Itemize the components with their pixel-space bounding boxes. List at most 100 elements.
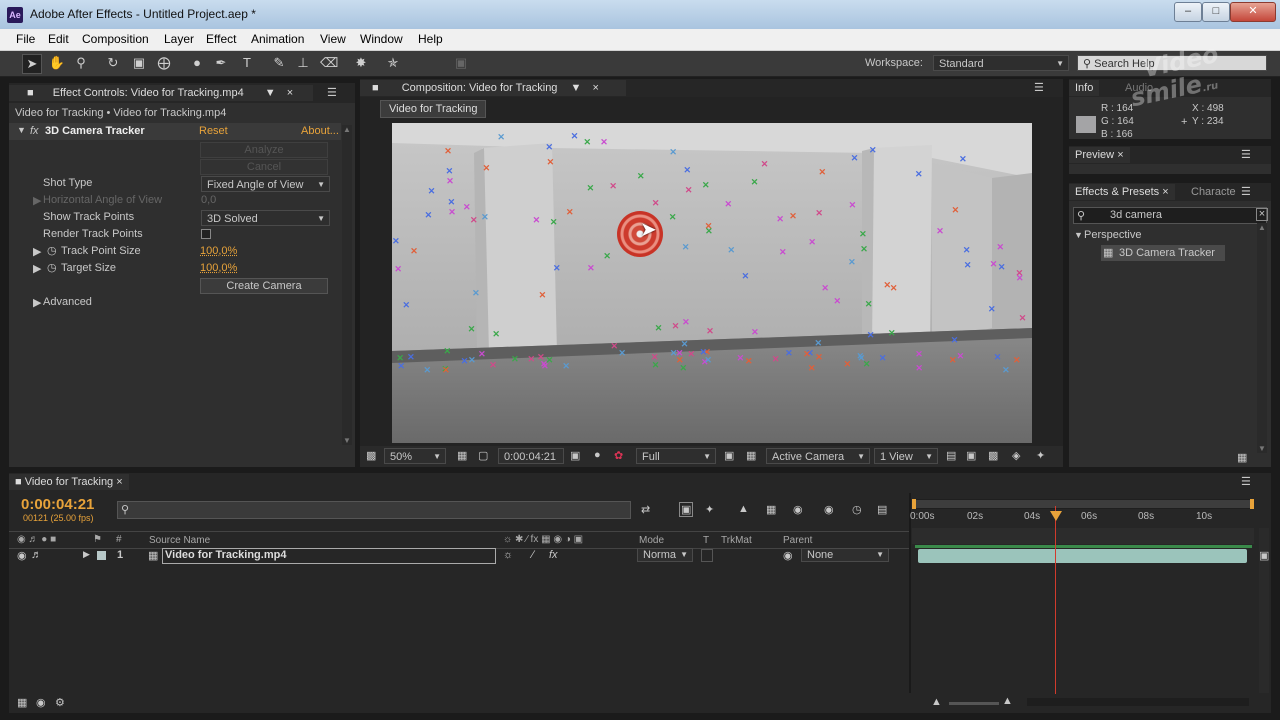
roto-brush-tool-icon[interactable]: ✸ [352,54,370,72]
category-perspective[interactable]: Perspective [1084,229,1141,241]
panel-menu-icon[interactable]: ☰ [1241,475,1251,488]
camera-view-dropdown[interactable]: Active Camera ▼ [766,448,870,464]
shy-switch-icon[interactable]: ☼ [503,549,513,561]
menu-layer[interactable]: Layer [164,32,194,46]
layer-name[interactable]: Video for Tracking.mp4 [162,548,496,564]
tab-effect-controls[interactable]: ■ Effect Controls: Video for Tracking.mp… [9,85,313,101]
menu-help[interactable]: Help [418,32,443,46]
stopwatch-icon[interactable]: ◷ [47,244,57,257]
analyze-button[interactable]: Analyze [200,142,328,158]
advanced-label[interactable]: Advanced [43,296,92,308]
magnification-dropdown[interactable]: 50% ▼ [384,448,446,464]
fast-previews-icon[interactable]: ▣ [966,449,976,462]
close-tab-icon[interactable]: × [1117,149,1123,161]
clear-search-icon[interactable]: × [1256,208,1268,221]
col-source-name[interactable]: Source Name [149,535,210,546]
composition-viewer[interactable]: ✕ ✕ ✕ ✕ ✕ ✕ ✕ ✕ ✕ ✕ ✕ ✕ ✕ ✕ ✕ ✕ ✕ ✕ ✕ ✕ ✕ ✕ ✕ ✕ ✕ ✕ ✕ ✕ ✕ ✕ ✕ ✕ ✕ ✕ ✕ ✕ ✕ ✕ ✕ ✕… [392,123,1032,443]
fx-switch-icon[interactable]: fx [549,549,558,561]
motion-blur-icon[interactable]: ◉ [793,503,803,516]
live-update-icon[interactable]: ▣ [679,502,694,517]
menu-window[interactable]: Window [360,32,403,46]
always-preview-icon[interactable]: ▩ [366,449,376,462]
selection-tool-icon[interactable]: ➤ [22,54,42,74]
fit-region-icon[interactable]: ▦ [457,449,467,462]
preserve-transparency-checkbox[interactable] [701,549,713,562]
tab-character[interactable]: Characte [1185,184,1242,200]
view-layout-dropdown[interactable]: 1 View ▼ [874,448,938,464]
work-area-end-handle[interactable] [1250,499,1254,509]
table-row[interactable]: ◉ ♬ ▶ 1 ▦ Video for Tracking.mp4 ☼ ∕ fx … [9,548,909,564]
cancel-button[interactable]: Cancel [200,159,328,175]
toggle-transparency-grid-icon[interactable]: ▢ [478,449,488,462]
render-track-points-checkbox[interactable] [201,229,211,239]
playhead-handle-icon[interactable] [1050,511,1062,521]
panel-menu-icon[interactable]: ☰ [327,86,337,99]
fx-icon[interactable]: fx [30,125,39,137]
toggle-modes-icon[interactable]: ◉ [36,696,46,709]
stopwatch-icon[interactable]: ◷ [47,261,57,274]
audio-icon[interactable]: ♬ [31,549,42,561]
tab-info[interactable]: Info [1069,80,1100,96]
show-snapshot-icon[interactable]: ● [594,449,601,461]
zoom-slider[interactable] [949,702,999,705]
puppet-pin-tool-icon[interactable]: ✯ [384,54,402,72]
panel-menu-icon[interactable]: ☰ [1241,148,1251,161]
effects-scrollbar[interactable]: ▲ ▼ [1257,223,1267,453]
pickwhip-icon[interactable]: ◉ [783,549,793,562]
menu-animation[interactable]: Animation [251,32,304,46]
comp-mini-flowchart-icon[interactable]: ⇄ [641,503,650,516]
effect-controls-scrollbar[interactable]: ▲ ▼ [342,125,352,445]
ellipse-tool-icon[interactable]: ● [188,54,206,72]
frame-blending-icon[interactable]: ▦ [766,503,776,516]
snapshot-camera-icon[interactable]: ▣ [570,449,580,462]
close-tab-icon[interactable]: × [116,476,122,488]
track-point-size-value[interactable]: 100,0% [200,245,237,257]
current-time-indicator[interactable] [1055,506,1056,694]
pen-tool-icon[interactable]: ✒ [212,54,230,72]
show-track-points-dropdown[interactable]: 3D Solved ▼ [201,210,330,226]
timeline-search-field[interactable]: ⚲ [117,501,631,519]
collapse-triangle-icon[interactable]: ▼ [17,125,26,135]
minimize-button[interactable]: – [1174,2,1202,22]
transparency-grid-icon[interactable]: ▦ [746,449,756,462]
show-channel-icon[interactable]: ✿ [614,449,623,462]
about-link[interactable]: About... [301,125,339,137]
menu-view[interactable]: View [320,32,346,46]
brush-tool-icon[interactable]: ✎ [270,54,288,72]
draft-3d-icon[interactable]: ✦ [705,503,714,516]
close-tab-icon[interactable]: × [287,87,293,99]
menu-effect[interactable]: Effect [206,32,236,46]
brainstorm-icon[interactable]: ◉ [824,503,834,516]
layer-duration-bar[interactable] [918,549,1247,563]
close-tab-icon[interactable]: × [592,82,598,94]
comp-sub-tab[interactable]: Video for Tracking [380,100,487,118]
expand-triangle-icon[interactable]: ▶ [83,549,90,560]
collapse-triangle-icon[interactable]: ▼ [1074,230,1083,240]
menu-composition[interactable]: Composition [82,32,149,46]
resolution-dropdown[interactable]: Full ▼ [636,448,716,464]
toggle-layer-switches-icon[interactable]: ▦ [17,696,27,709]
effect-item-3d-camera-tracker[interactable]: ▦ 3D Camera Tracker [1101,245,1225,261]
shot-type-dropdown[interactable]: Fixed Angle of View ▼ [201,176,330,192]
panel-menu-icon[interactable]: ☰ [1241,185,1251,198]
expand-triangle-icon[interactable]: ▶ [33,262,41,275]
type-tool-icon[interactable]: T [238,54,256,72]
workspace-dropdown[interactable]: Standard ▼ [933,55,1069,71]
target-size-value[interactable]: 100,0% [200,262,237,274]
tab-timeline[interactable]: ■ Video for Tracking × [9,474,129,490]
tab-composition[interactable]: ■ Composition: Video for Tracking ▼ × [360,80,626,96]
clone-stamp-tool-icon[interactable]: ⊥ [294,54,312,72]
tab-effects-presets[interactable]: Effects & Presets × [1069,184,1175,200]
effects-search-field[interactable]: ⚲ 3d camera × [1073,207,1268,224]
current-time-display[interactable]: 0:00:04:21 [498,448,564,464]
auto-keyframe-icon[interactable]: ◷ [852,503,862,516]
expand-triangle-icon[interactable]: ▶ [33,296,41,309]
quality-switch-icon[interactable]: ∕ [532,549,534,561]
rotation-tool-icon[interactable]: ↻ [104,54,122,72]
close-tab-icon[interactable]: × [1162,186,1168,198]
blend-mode-dropdown[interactable]: Norma ▼ [637,548,693,562]
timeline-h-scrollbar[interactable] [1027,698,1249,706]
timeline-icon[interactable]: ▩ [988,449,998,462]
hide-shy-layers-icon[interactable]: ▲ [738,503,749,515]
menu-edit[interactable]: Edit [48,32,69,46]
